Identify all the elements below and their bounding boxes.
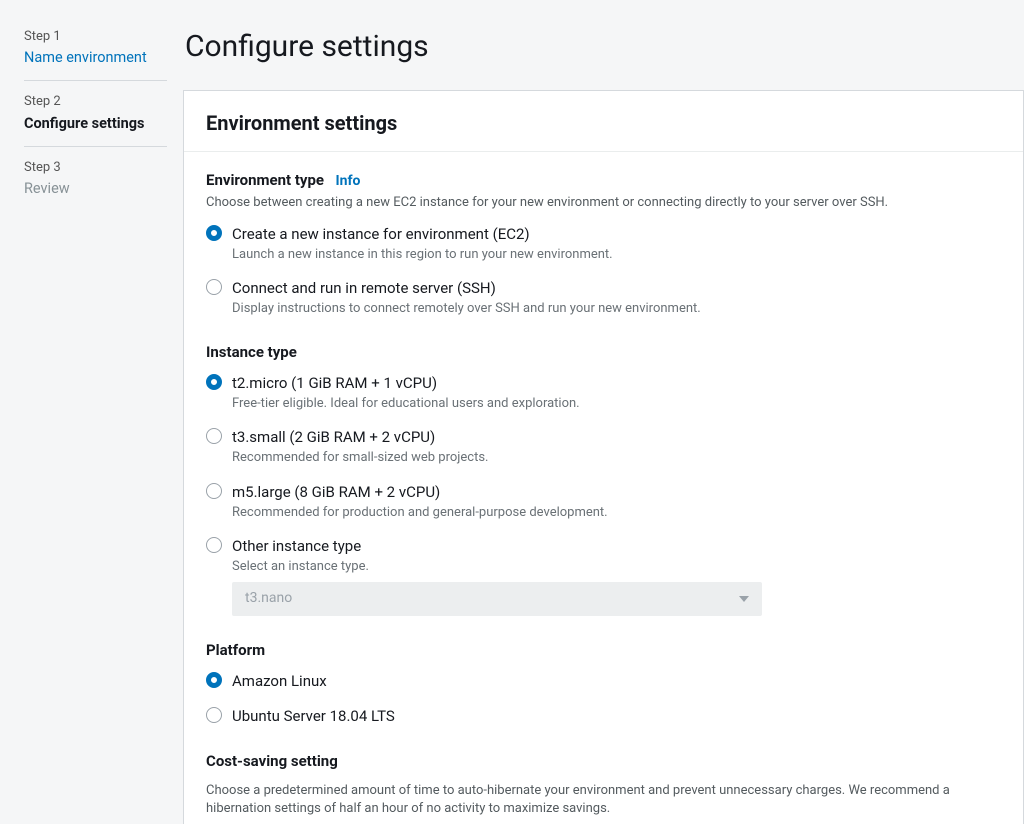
radio-desc: Launch a new instance in this region to … — [232, 246, 613, 264]
platform-option-ubuntu[interactable]: Ubuntu Server 18.04 LTS — [206, 706, 1001, 727]
radio-label: m5.large (8 GiB RAM + 2 vCPU) — [232, 482, 608, 503]
env-type-option-ec2[interactable]: Create a new instance for environment (E… — [206, 224, 1001, 264]
radio-label: Connect and run in remote server (SSH) — [232, 278, 701, 299]
radio-label: Amazon Linux — [232, 671, 327, 692]
radio-icon[interactable] — [206, 374, 222, 390]
radio-label: Ubuntu Server 18.04 LTS — [232, 706, 395, 727]
radio-desc: Free-tier eligible. Ideal for educationa… — [232, 395, 580, 413]
main-content: Configure settings Environment settings … — [183, 0, 1024, 824]
radio-icon[interactable] — [206, 672, 222, 688]
radio-icon[interactable] — [206, 483, 222, 499]
radio-icon[interactable] — [206, 428, 222, 444]
instance-type-title: Instance type — [206, 342, 1001, 363]
radio-icon[interactable] — [206, 537, 222, 553]
step-2-label: Step 2 — [24, 93, 167, 111]
instance-option-m5large[interactable]: m5.large (8 GiB RAM + 2 vCPU) Recommende… — [206, 482, 1001, 522]
step-1-block[interactable]: Step 1 Name environment — [24, 28, 167, 80]
env-type-option-ssh[interactable]: Connect and run in remote server (SSH) D… — [206, 278, 1001, 318]
instance-option-t3small[interactable]: t3.small (2 GiB RAM + 2 vCPU) Recommende… — [206, 427, 1001, 467]
panel-body: Environment type Info Choose between cre… — [184, 152, 1023, 824]
select-value: t3.nano — [245, 589, 292, 609]
step-1-label: Step 1 — [24, 28, 167, 46]
wizard-sidebar: Step 1 Name environment Step 2 Configure… — [0, 0, 183, 824]
step-2-block[interactable]: Step 2 Configure settings — [24, 93, 167, 145]
radio-icon[interactable] — [206, 707, 222, 723]
step-1-name[interactable]: Name environment — [24, 48, 167, 68]
panel-title: Environment settings — [184, 91, 1023, 152]
env-type-desc: Choose between creating a new EC2 instan… — [206, 194, 1001, 212]
radio-icon[interactable] — [206, 225, 222, 241]
radio-icon[interactable] — [206, 279, 222, 295]
step-3-block[interactable]: Step 3 Review — [24, 159, 167, 211]
instance-option-other[interactable]: Other instance type Select an instance t… — [206, 536, 1001, 576]
platform-title: Platform — [206, 640, 1001, 661]
radio-desc: Recommended for small-sized web projects… — [232, 449, 488, 467]
info-link[interactable]: Info — [336, 173, 361, 189]
step-separator — [24, 146, 167, 147]
cost-saving-desc: Choose a predetermined amount of time to… — [206, 782, 1001, 818]
step-separator — [24, 80, 167, 81]
settings-panel: Environment settings Environment type In… — [183, 90, 1024, 824]
radio-label: Create a new instance for environment (E… — [232, 224, 613, 245]
radio-desc: Select an instance type. — [232, 558, 369, 576]
radio-label: t3.small (2 GiB RAM + 2 vCPU) — [232, 427, 488, 448]
chevron-down-icon — [739, 596, 749, 602]
radio-desc: Display instructions to connect remotely… — [232, 300, 701, 318]
radio-desc: Recommended for production and general-p… — [232, 504, 608, 522]
other-instance-select[interactable]: t3.nano — [232, 582, 762, 616]
radio-label: Other instance type — [232, 536, 369, 557]
step-2-name: Configure settings — [24, 114, 167, 134]
step-3-label: Step 3 — [24, 159, 167, 177]
env-type-head: Environment type Info — [206, 170, 1001, 192]
platform-option-amazon-linux[interactable]: Amazon Linux — [206, 671, 1001, 692]
instance-option-t2micro[interactable]: t2.micro (1 GiB RAM + 1 vCPU) Free-tier … — [206, 373, 1001, 413]
step-3-name: Review — [24, 179, 167, 199]
env-type-title: Environment type — [206, 171, 324, 189]
radio-label: t2.micro (1 GiB RAM + 1 vCPU) — [232, 373, 580, 394]
cost-saving-title: Cost-saving setting — [206, 751, 1001, 772]
page-title: Configure settings — [185, 26, 1024, 68]
